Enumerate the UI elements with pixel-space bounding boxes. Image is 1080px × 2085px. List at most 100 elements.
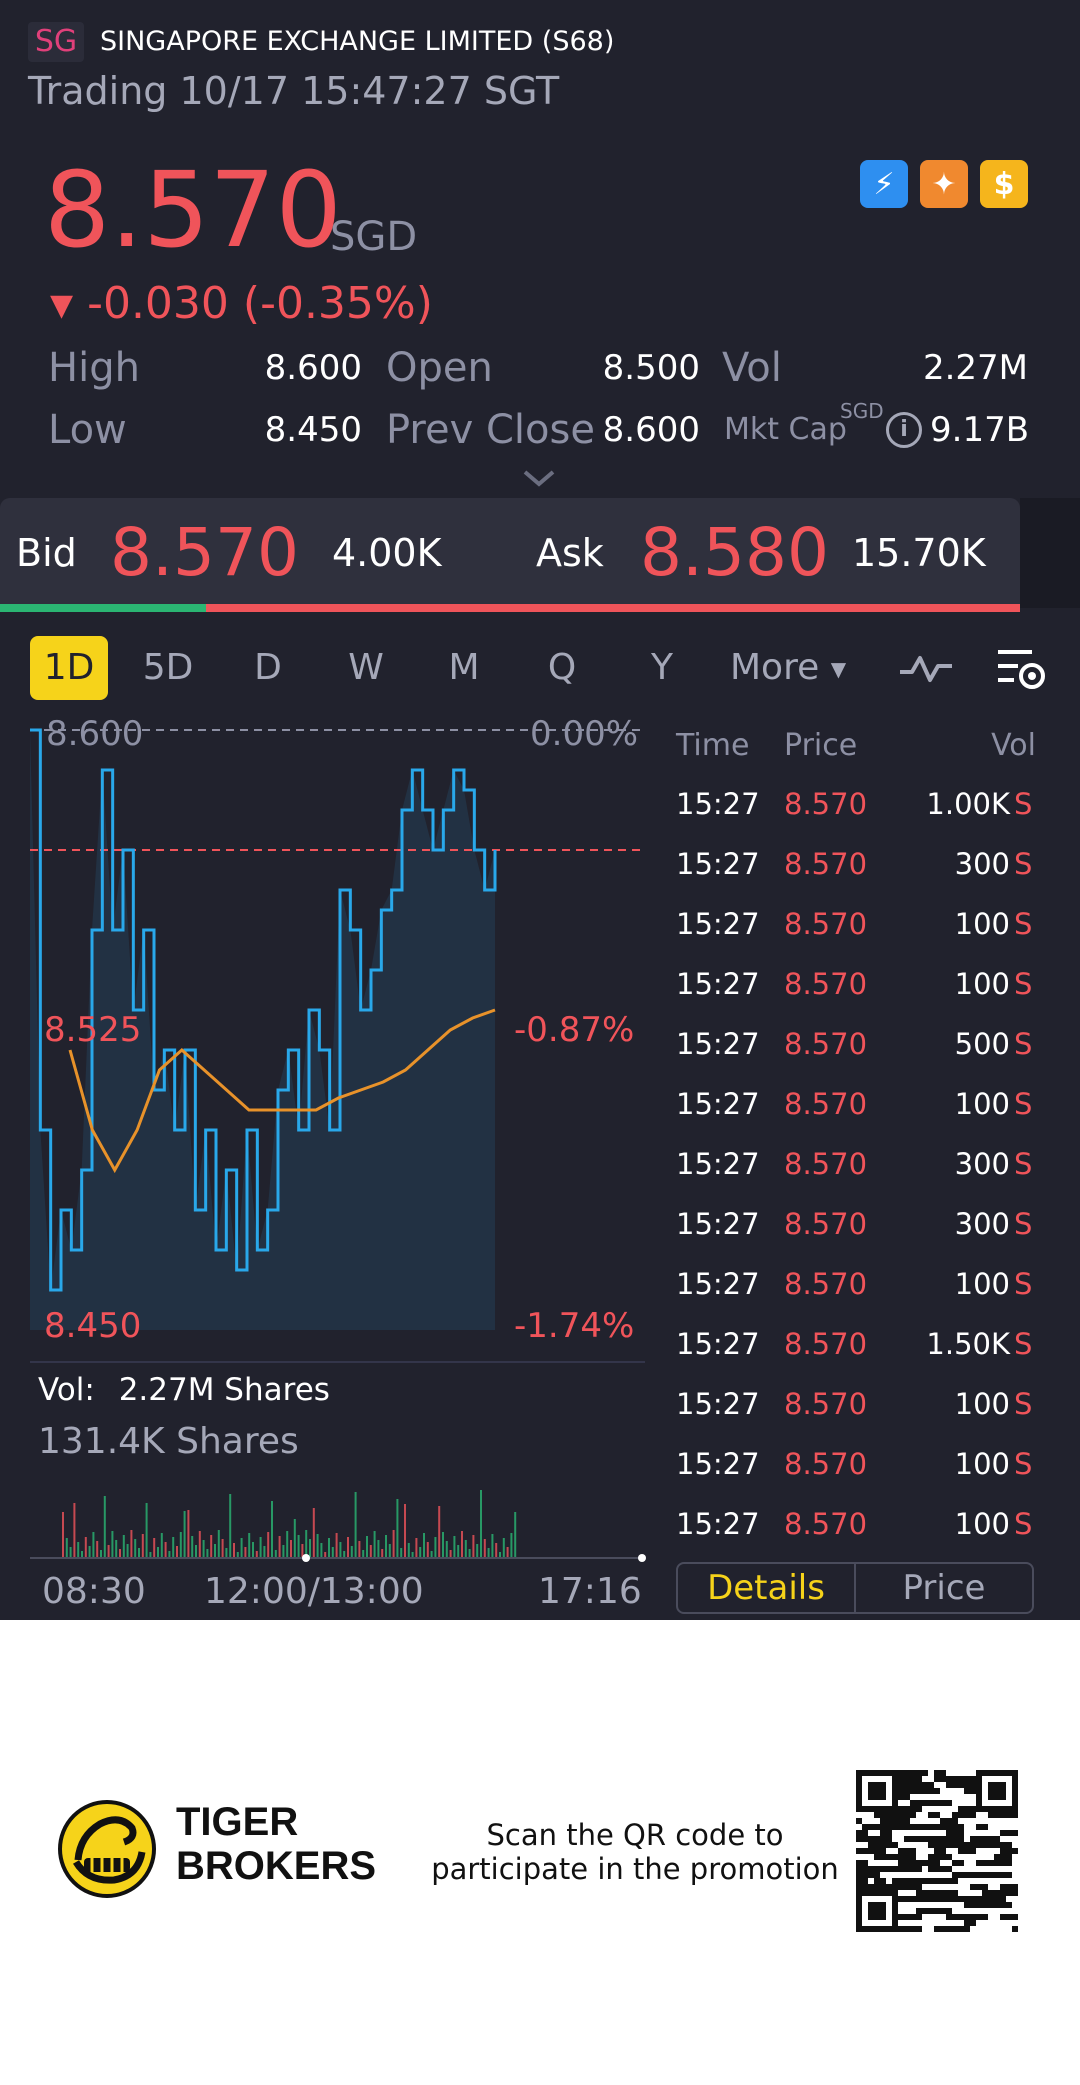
trades-header-time: Time: [676, 728, 750, 763]
bid-ask-side-panel: [1020, 498, 1080, 608]
trade-volume: 1.50K: [926, 1327, 1010, 1361]
trade-side: S: [1014, 1267, 1033, 1301]
trade-side: S: [1014, 907, 1033, 941]
volume-bar: [464, 1540, 467, 1558]
volume-bar: [366, 1536, 368, 1558]
bid-price: 8.570: [110, 514, 299, 591]
tab-w[interactable]: W: [326, 636, 406, 700]
indicator-icon[interactable]: [898, 648, 954, 692]
trade-row: 15:27 8.570 300 S: [676, 1144, 1036, 1184]
trade-volume: 100: [954, 1447, 1010, 1481]
chart-icon[interactable]: ✦: [920, 160, 968, 208]
volume-bar: [172, 1537, 175, 1558]
tab-1d[interactable]: 1D: [30, 636, 108, 700]
trade-price: 8.570: [784, 787, 868, 821]
volume-bar: [115, 1540, 118, 1558]
trade-time: 15:27: [676, 1267, 760, 1301]
volume-bar: [328, 1538, 330, 1558]
trade-price: 8.570: [784, 1027, 868, 1061]
tab-q[interactable]: Q: [522, 636, 602, 700]
volume-bar: [309, 1539, 311, 1558]
volume-bar: [62, 1512, 64, 1558]
trade-time: 15:27: [676, 1387, 760, 1421]
volume-bar: [293, 1519, 296, 1558]
y-label-top: 8.600: [46, 714, 144, 754]
feature-badges: ⚡ ✦ $: [860, 160, 1028, 208]
volume-bar: [461, 1531, 463, 1558]
volume-bar: [274, 1550, 277, 1558]
volume-bar: [191, 1536, 194, 1558]
volume-bar: [487, 1548, 490, 1558]
volume-bar: [271, 1501, 273, 1558]
stock-name: SINGAPORE EXCHANGE LIMITED (S68): [100, 26, 615, 57]
volume-bar: [263, 1546, 266, 1558]
volume-bar: [491, 1534, 494, 1558]
tiger-brokers-logo: [58, 1800, 156, 1898]
volume-bar: [187, 1510, 190, 1558]
trade-volume: 100: [954, 967, 1010, 1001]
volume-bar: [373, 1531, 376, 1558]
tab-m[interactable]: M: [424, 636, 504, 700]
volume-bar: [134, 1539, 137, 1558]
volume-bar: [233, 1543, 235, 1558]
volume-bar: [195, 1545, 197, 1558]
trade-volume: 1.00K: [926, 787, 1010, 821]
volume-bar: [267, 1532, 270, 1558]
tab-price[interactable]: Price: [856, 1564, 1032, 1612]
dollar-icon[interactable]: $: [980, 160, 1028, 208]
info-icon[interactable]: i: [886, 412, 922, 448]
trade-volume: 100: [954, 1387, 1010, 1421]
trade-price: 8.570: [784, 1447, 868, 1481]
volume-bar: [160, 1533, 163, 1558]
open-value: 8.500: [602, 348, 700, 388]
volume-bar: [331, 1547, 334, 1558]
low-value: 8.450: [264, 410, 362, 450]
volume-bar: [214, 1544, 216, 1558]
chart-settings-icon[interactable]: [996, 646, 1046, 696]
chevron-down-icon[interactable]: [522, 462, 556, 495]
volume-bar: [206, 1549, 209, 1558]
trade-price: 8.570: [784, 967, 868, 1001]
trade-price: 8.570: [784, 1087, 868, 1121]
volume-axis-label: 131.4K Shares: [38, 1421, 299, 1462]
volume-bar: [84, 1537, 87, 1558]
qr-code: [856, 1770, 1018, 1932]
volume-bar: [225, 1548, 228, 1558]
volume-bar: [244, 1547, 247, 1558]
volume-bar: [476, 1544, 479, 1558]
pct-label-low: -1.74%: [514, 1306, 635, 1346]
trade-price: 8.570: [784, 847, 868, 881]
trade-volume: 300: [954, 1147, 1010, 1181]
tab-more[interactable]: More ▼: [730, 636, 846, 701]
volume-bar: [221, 1539, 224, 1558]
volume-bar: [286, 1531, 289, 1558]
trade-price: 8.570: [784, 1387, 868, 1421]
trade-row: 15:27 8.570 100 S: [676, 904, 1036, 944]
trade-side: S: [1014, 1387, 1033, 1421]
tab-d[interactable]: D: [228, 636, 308, 700]
trade-side: S: [1014, 1327, 1033, 1361]
volume-bar: [229, 1494, 232, 1558]
volume-bar: [153, 1538, 156, 1558]
volume-bar: [290, 1540, 292, 1558]
vol-value: 2.27M: [922, 348, 1028, 388]
trade-row: 15:27 8.570 100 S: [676, 1084, 1036, 1124]
lightning-icon[interactable]: ⚡: [860, 160, 908, 208]
tab-details[interactable]: Details: [678, 1564, 856, 1612]
volume-bar: [423, 1533, 425, 1558]
tab-5d[interactable]: 5D: [128, 636, 208, 700]
volume-bar: [483, 1539, 486, 1558]
trade-time: 15:27: [676, 1207, 760, 1241]
brand-line-2: BROKERS: [176, 1844, 377, 1888]
vol-label: Vol: [722, 345, 782, 391]
volume-bar: [457, 1545, 460, 1558]
midday-marker: [302, 1554, 310, 1562]
tab-y[interactable]: Y: [622, 636, 702, 700]
low-label: Low: [48, 407, 127, 453]
volume-bar: [297, 1535, 300, 1558]
trade-side: S: [1014, 1147, 1033, 1181]
volume-bar: [404, 1504, 406, 1558]
bid-ratio-bar: [0, 604, 206, 612]
volume-bar: [103, 1496, 106, 1558]
trade-row: 15:27 8.570 100 S: [676, 1264, 1036, 1304]
